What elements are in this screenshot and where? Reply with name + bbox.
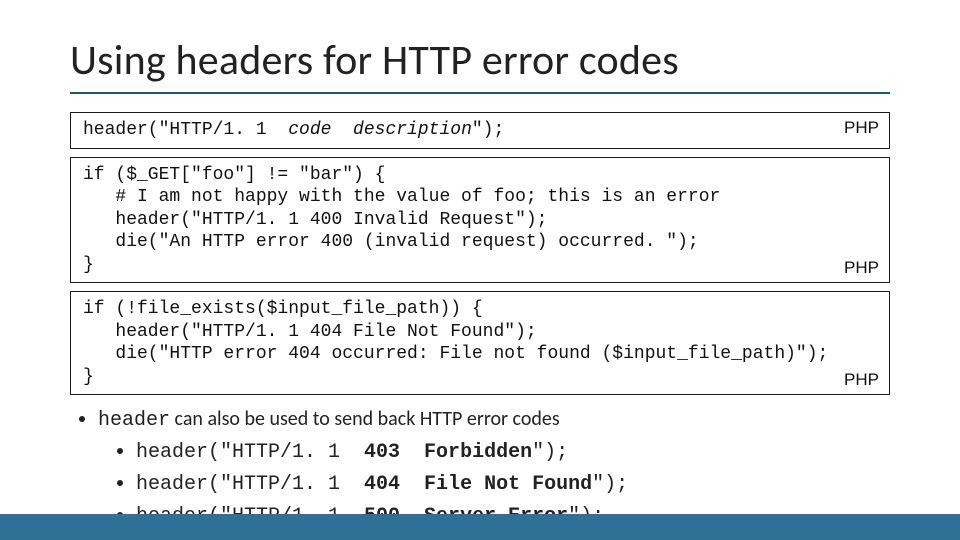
code-example-2: if (!file_exists($input_file_path)) { he…: [83, 299, 828, 387]
title-underline: [70, 92, 890, 94]
code-bold: 403 Forbidden: [364, 441, 532, 464]
code-line: header("HTTP/1. 1 403 Forbidden");: [136, 441, 568, 464]
code-prefix: header("HTTP/1. 1: [136, 441, 364, 464]
code-tag: PHP: [844, 369, 879, 390]
code-suffix: ");: [532, 441, 568, 464]
bullet-text: can also be used to send back HTTP error…: [170, 407, 560, 431]
slide: Using headers for HTTP error codes heade…: [0, 0, 960, 540]
bullet-item: header can also be used to send back HTT…: [98, 405, 890, 531]
slide-title: Using headers for HTTP error codes: [70, 35, 890, 86]
bullet-list: header can also be used to send back HTT…: [70, 405, 890, 531]
code-line: header("HTTP/1. 1 404 File Not Found");: [136, 473, 628, 496]
code-bold: 404 File Not Found: [364, 473, 592, 496]
code-example-1: if ($_GET["foo"] != "bar") { # I am not …: [83, 165, 720, 275]
code-prefix: header("HTTP/1. 1: [136, 473, 364, 496]
code-suffix: ");: [592, 473, 628, 496]
code-tag: PHP: [844, 257, 879, 278]
bullet-mono: header: [98, 409, 170, 432]
footer-bar: [0, 514, 960, 540]
bullet-subitem: header("HTTP/1. 1 403 Forbidden");: [136, 437, 890, 467]
code-syntax-italic: code description: [288, 120, 472, 140]
code-syntax-prefix: header("HTTP/1. 1: [83, 120, 288, 140]
code-box-syntax: header("HTTP/1. 1 code description"); PHP: [70, 112, 890, 149]
bullet-subitem: header("HTTP/1. 1 404 File Not Found");: [136, 469, 890, 499]
code-box-example-1: if ($_GET["foo"] != "bar") { # I am not …: [70, 157, 890, 284]
code-tag: PHP: [844, 117, 879, 138]
code-syntax-suffix: ");: [472, 120, 504, 140]
code-box-example-2: if (!file_exists($input_file_path)) { he…: [70, 291, 890, 395]
